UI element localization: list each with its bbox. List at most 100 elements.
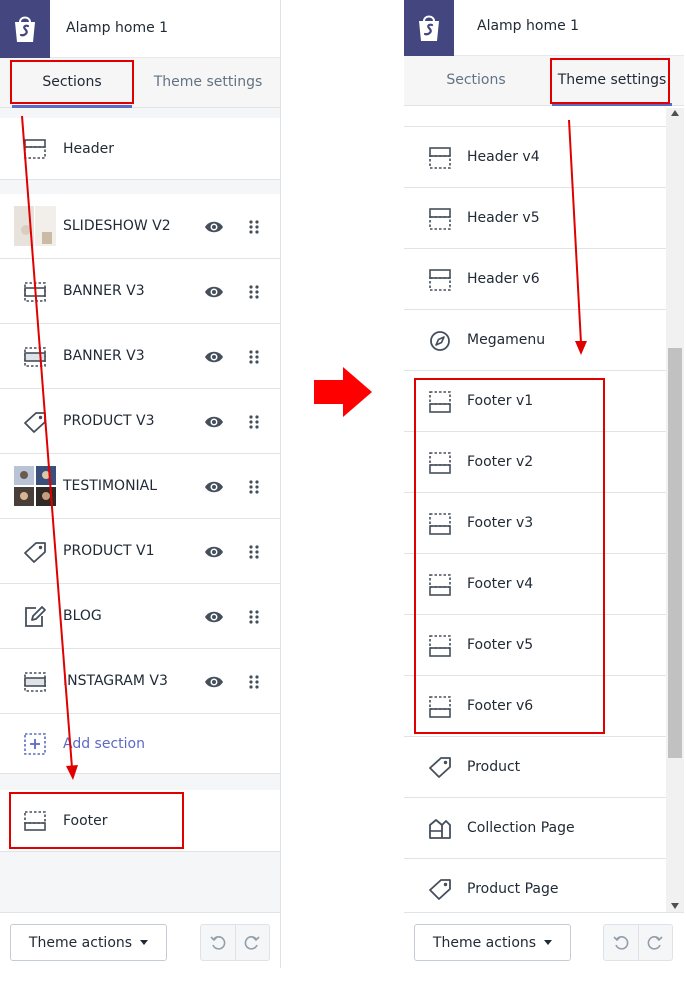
tag-icon (24, 542, 46, 563)
theme-actions-button[interactable]: Theme actions (414, 924, 571, 961)
drag-handle-icon[interactable] (248, 543, 260, 561)
section-row-banner[interactable]: BANNER V3 (0, 259, 280, 324)
section-label: BANNER V3 (63, 348, 145, 364)
settings-item[interactable]: Footer v3 (404, 493, 668, 554)
edit-icon (25, 606, 46, 627)
drag-handle-icon[interactable] (248, 673, 260, 691)
section-row-instagram[interactable]: INSTAGRAM V3 (0, 649, 280, 714)
settings-item-label: Footer v4 (467, 576, 534, 592)
eye-icon[interactable] (204, 348, 224, 366)
spacer (0, 108, 280, 118)
header-section-row[interactable]: Header (0, 118, 280, 180)
shopify-bag-icon (15, 16, 35, 42)
header-layout-icon (24, 139, 46, 159)
tag-icon (24, 412, 46, 433)
tag-icon (429, 879, 451, 900)
panel-tabs: Sections Theme settings (0, 58, 280, 108)
tab-theme-settings[interactable]: Theme settings (552, 56, 672, 106)
drag-handle-icon[interactable] (248, 608, 260, 626)
bottom-bar: Theme actions (404, 912, 684, 968)
eye-icon[interactable] (204, 413, 224, 431)
settings-item[interactable]: Product (404, 737, 668, 798)
compass-icon (430, 331, 450, 351)
shopify-logo[interactable] (0, 0, 50, 58)
redo-button[interactable] (637, 925, 673, 960)
settings-item-label: Header v4 (467, 149, 540, 165)
settings-item[interactable]: Footer v5 (404, 615, 668, 676)
section-row-slideshow[interactable]: SLIDESHOW V2 (0, 194, 280, 259)
tab-sections[interactable]: Sections (12, 58, 132, 108)
bottom-bar: Theme actions (0, 912, 280, 968)
settings-item[interactable]: Header v6 (404, 249, 668, 310)
settings-item[interactable]: Footer v6 (404, 676, 668, 737)
scrollbar[interactable] (666, 108, 684, 912)
eye-icon[interactable] (204, 478, 224, 496)
section-row-testimonial[interactable]: TESTIMONIAL (0, 454, 280, 519)
section-row-blog[interactable]: BLOG (0, 584, 280, 649)
eye-icon[interactable] (204, 283, 224, 301)
store-name: Alamp home 1 (66, 20, 169, 36)
settings-item[interactable]: Product Page (404, 859, 668, 920)
drag-handle-icon[interactable] (248, 283, 260, 301)
drag-handle-icon[interactable] (248, 218, 260, 236)
drag-handle-icon[interactable] (248, 413, 260, 431)
settings-item-label: Footer v2 (467, 454, 534, 470)
tab-theme-settings[interactable]: Theme settings (148, 58, 268, 106)
eye-icon[interactable] (204, 608, 224, 626)
settings-item[interactable]: Header v5 (404, 188, 668, 249)
settings-item-label: Footer v6 (467, 698, 534, 714)
redo-icon (647, 935, 663, 950)
settings-item-label: Collection Page (467, 820, 575, 836)
settings-item-label: Footer v1 (467, 393, 534, 409)
add-section-button[interactable]: Add section (0, 714, 280, 774)
settings-item[interactable]: Header v4 (404, 127, 668, 188)
scroll-down-icon[interactable] (671, 903, 679, 909)
undo-icon (210, 935, 226, 950)
settings-item[interactable]: Footer v4 (404, 554, 668, 615)
eye-icon[interactable] (204, 673, 224, 691)
scrollbar-thumb[interactable] (668, 348, 682, 758)
add-section-label: Add section (63, 736, 145, 752)
footer-layout-icon (24, 811, 46, 831)
section-row-product[interactable]: PRODUCT V1 (0, 519, 280, 584)
scroll-up-icon[interactable] (671, 110, 679, 116)
footer-label: Footer (63, 813, 108, 829)
theme-settings-panel: Alamp home 1 Sections Theme settings Hea… (404, 0, 684, 968)
theme-actions-button[interactable]: Theme actions (10, 924, 167, 961)
settings-item-label: Footer v3 (467, 515, 534, 531)
settings-item[interactable]: Collection Page (404, 798, 668, 859)
footer-icon (429, 513, 451, 535)
undo-button[interactable] (201, 925, 235, 960)
sections-panel: Alamp home 1 Sections Theme settings Hea… (0, 0, 281, 968)
caret-down-icon (140, 940, 149, 945)
redo-button[interactable] (234, 925, 270, 960)
layout-icon (429, 269, 451, 291)
drag-handle-icon[interactable] (248, 478, 260, 496)
settings-item-label: Header v5 (467, 210, 540, 226)
settings-item[interactable]: Footer v2 (404, 432, 668, 493)
settings-item[interactable]: Megamenu (404, 310, 668, 371)
section-row-banner[interactable]: BANNER V3 (0, 324, 280, 389)
footer-section-row[interactable]: Footer (0, 790, 280, 852)
banner-icon (24, 347, 46, 367)
section-label: PRODUCT V1 (63, 543, 155, 559)
footer-icon (429, 452, 451, 474)
section-row-product[interactable]: PRODUCT V3 (0, 389, 280, 454)
undo-button[interactable] (604, 925, 638, 960)
settings-item-label: Footer v5 (467, 637, 534, 653)
top-bar: Alamp home 1 (404, 0, 684, 56)
tag-icon (429, 757, 451, 778)
banner-icon (24, 282, 46, 302)
eye-icon[interactable] (204, 543, 224, 561)
eye-icon[interactable] (204, 218, 224, 236)
shopify-logo[interactable] (404, 0, 454, 56)
header-label: Header (63, 141, 114, 157)
section-label: BANNER V3 (63, 283, 145, 299)
right-arrow-icon (314, 367, 372, 417)
tab-sections[interactable]: Sections (416, 56, 536, 104)
list-top-edge (404, 106, 668, 127)
settings-item-label: Header v6 (467, 271, 540, 287)
drag-handle-icon[interactable] (248, 348, 260, 366)
settings-item[interactable]: Footer v1 (404, 371, 668, 432)
store-name: Alamp home 1 (477, 18, 580, 34)
